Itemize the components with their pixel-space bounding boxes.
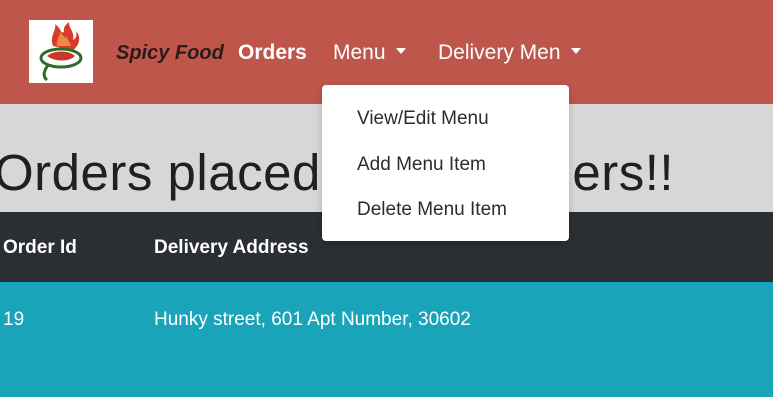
- nav-orders-label: Orders: [238, 41, 307, 64]
- order-id-cell: 19: [3, 309, 25, 330]
- delivery-address-cell: Hunky street, 601 Apt Number, 30602: [154, 309, 471, 330]
- column-header-delivery-address: Delivery Address: [154, 237, 309, 258]
- table-row: 19 Hunky street, 601 Apt Number, 30602: [0, 282, 773, 397]
- dropdown-item-add-menu-item[interactable]: Add Menu Item: [357, 153, 486, 177]
- brand-logo[interactable]: [29, 20, 93, 83]
- caret-down-icon: [570, 48, 581, 55]
- caret-down-icon: [395, 48, 406, 55]
- column-header-order-id: Order Id: [3, 237, 77, 258]
- nav-orders-link[interactable]: Orders: [238, 40, 307, 66]
- nav-menu-dropdown-toggle[interactable]: Menu: [333, 40, 406, 66]
- nav-menu-label: Menu: [333, 41, 386, 64]
- menu-dropdown: View/Edit Menu Add Menu Item Delete Menu…: [322, 85, 569, 241]
- dropdown-item-delete-menu-item[interactable]: Delete Menu Item: [357, 198, 507, 222]
- brand-name[interactable]: Spicy Food: [116, 40, 224, 66]
- dropdown-item-view-edit-menu[interactable]: View/Edit Menu: [357, 107, 489, 131]
- nav-delivery-men-dropdown-toggle[interactable]: Delivery Men: [438, 40, 581, 66]
- nav-delivery-men-label: Delivery Men: [438, 41, 561, 64]
- chili-food-logo-icon: [39, 22, 83, 82]
